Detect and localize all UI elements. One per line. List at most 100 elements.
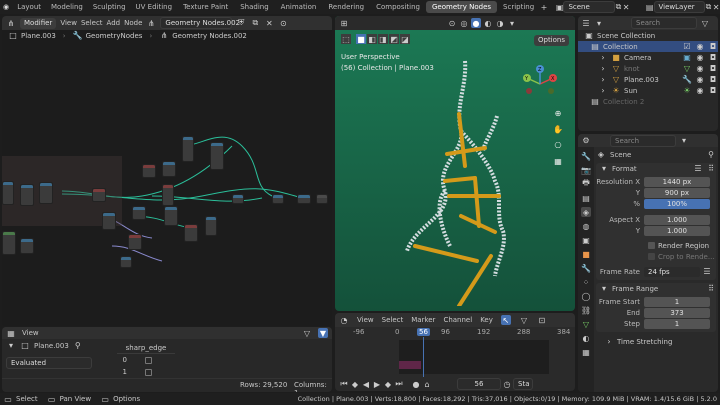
collapse-icon[interactable]: ▾ (6, 341, 16, 351)
render-mode-icon[interactable]: ⊙ (447, 18, 457, 28)
auto-keying-icon[interactable]: ● (411, 379, 421, 389)
checkbox-cell[interactable] (145, 369, 152, 376)
frame-end-field[interactable]: 373 (644, 307, 710, 318)
node-editor[interactable]: ⋔ Modifier View Select Add Node ⋔ Geomet… (2, 16, 332, 326)
camera-icon[interactable]: ◘ (708, 86, 718, 96)
spreadsheet-icon[interactable]: ▦ (6, 328, 16, 338)
workspace-tab-shading[interactable]: Shading (234, 1, 274, 13)
play-icon[interactable]: ▶ (372, 379, 382, 389)
output-tab-icon[interactable]: 🖶 (581, 178, 591, 189)
material-tab-icon[interactable]: ◐ (581, 333, 591, 343)
timeline-menu-channel[interactable]: Channel (443, 316, 472, 324)
filter-icon[interactable]: ▽ (700, 18, 710, 28)
play-reverse-icon[interactable]: ◀ (361, 379, 371, 389)
expand-icon[interactable]: › (598, 86, 608, 96)
workspace-tab-scripting[interactable]: Scripting (497, 1, 540, 13)
drag-handle-icon[interactable]: ⠿ (706, 284, 716, 294)
workspace-tab-sculpting[interactable]: Sculpting (88, 3, 131, 11)
resolution-y-field[interactable]: 900 px (644, 187, 710, 198)
timeline-menu-marker[interactable]: Marker (411, 316, 435, 324)
properties-search[interactable]: Search (610, 134, 676, 147)
crop-checkbox[interactable] (648, 253, 655, 260)
options-dropdown[interactable]: Options (533, 35, 569, 46)
object-tab-icon[interactable]: ■ (581, 249, 591, 259)
column-header[interactable]: sharp_edge (117, 342, 175, 354)
camera-view-icon[interactable]: ⎔ (553, 140, 563, 150)
eye-icon[interactable]: ◉ (695, 42, 705, 52)
checkbox-cell[interactable] (145, 357, 152, 364)
options-icon[interactable]: ▾ (679, 136, 689, 146)
resolution-x-field[interactable]: 1440 px (644, 176, 710, 187)
shading-material-icon[interactable]: ◐ (483, 18, 493, 28)
workspace-tab-compositing[interactable]: Compositing (370, 1, 426, 13)
workspace-tab-texture-paint[interactable]: Texture Paint (177, 1, 234, 13)
outliner-type-icon[interactable]: ☰ (581, 18, 591, 28)
view-layer-tab-icon[interactable]: ▤ (581, 193, 591, 203)
frame-step-field[interactable]: 1 (644, 318, 710, 329)
node[interactable] (142, 164, 156, 178)
view-layer-icon[interactable]: ▤ (646, 2, 654, 12)
presets-icon[interactable]: ☰ (693, 164, 703, 174)
shading-rendered-icon[interactable]: ◑ (495, 18, 505, 28)
perspective-grid-icon[interactable]: ▦ (553, 156, 563, 166)
view-layer-close-icon[interactable]: ✕ (712, 2, 720, 12)
timeline-menu-select[interactable]: Select (382, 316, 404, 324)
node[interactable] (132, 206, 146, 220)
node[interactable] (20, 184, 34, 206)
current-frame-badge[interactable]: 56 (417, 328, 430, 336)
properties-type-icon[interactable]: ⚙ (581, 136, 591, 146)
frame-start-field[interactable]: 1 (644, 296, 710, 307)
node[interactable] (2, 181, 14, 205)
node[interactable] (162, 184, 174, 206)
particles-tab-icon[interactable]: ⁘ (581, 277, 591, 287)
frame-rate-presets-icon[interactable]: ☰ (702, 267, 712, 277)
outliner-item-sun[interactable]: › ☀ Sun ☀ ◉ ◘ (578, 85, 718, 96)
frame-rate-dropdown[interactable]: 24 fps (644, 266, 700, 277)
tool-tab-icon[interactable]: 🔧 (581, 151, 591, 161)
eye-icon[interactable]: ◉ (695, 86, 705, 96)
expand-icon[interactable]: › (598, 64, 608, 74)
node[interactable] (164, 206, 178, 226)
camera-icon[interactable]: ◘ (708, 64, 718, 74)
view-layer-copy-icon[interactable]: ⧉ (705, 2, 713, 12)
playhead[interactable] (423, 337, 424, 377)
modifier-tab-icon[interactable]: 🔧 (581, 263, 591, 273)
node[interactable] (205, 216, 217, 236)
aspect-y-field[interactable]: 1.000 (644, 225, 710, 236)
cursor-tool-icon[interactable]: ↖ (500, 315, 511, 325)
workspace-tab-modeling[interactable]: Modeling (46, 3, 88, 11)
eye-icon[interactable]: ◉ (695, 75, 705, 85)
select-tool-icon[interactable]: ⬚ (341, 34, 351, 44)
panel-expand-icon[interactable]: › (604, 337, 614, 347)
node[interactable] (128, 234, 142, 250)
camera-icon[interactable]: ◘ (708, 42, 718, 52)
data-tab-icon[interactable]: ▽ (581, 319, 591, 329)
workspace-tab-rendering[interactable]: Rendering (322, 1, 370, 13)
select-invert-icon[interactable]: ◩ (389, 34, 399, 44)
time-stretching-header[interactable]: › Time Stretching (596, 336, 716, 347)
node[interactable] (2, 231, 16, 255)
render-region-checkbox[interactable] (648, 242, 655, 249)
timeline-menu-key[interactable]: Key (480, 316, 493, 324)
scene-close-icon[interactable]: ✕ (622, 2, 630, 12)
jump-start-icon[interactable]: ⏮ (339, 379, 349, 389)
shading-solid-icon[interactable]: ● (471, 18, 481, 28)
workspace-tab-geometry-nodes[interactable]: Geometry Nodes (426, 1, 498, 13)
node[interactable] (297, 194, 311, 204)
physics-tab-icon[interactable]: ◯ (581, 291, 591, 301)
outliner-item-collection-2[interactable]: ▤ Collection 2 (578, 96, 718, 107)
eye-icon[interactable]: ◉ (695, 53, 705, 63)
outliner-search[interactable]: Search (631, 17, 697, 29)
panel-collapse-icon[interactable]: ▾ (599, 164, 609, 174)
drag-handle-icon[interactable]: ⠿ (706, 164, 716, 174)
zoom-icon[interactable]: ⊕ (553, 108, 563, 118)
pin-icon[interactable]: ⚲ (706, 150, 716, 160)
node[interactable] (182, 136, 194, 162)
node[interactable] (92, 188, 106, 202)
node[interactable] (316, 194, 328, 204)
scene-selector[interactable]: Scene (563, 1, 615, 13)
filter-icon[interactable]: ▽ (302, 328, 312, 338)
next-keyframe-icon[interactable]: ◆ (383, 379, 393, 389)
filter-icon[interactable]: ▽ (519, 315, 529, 325)
outliner[interactable]: ☰ ▾ Search ▽ ▣ Scene Collection ▤ Collec… (578, 16, 718, 131)
